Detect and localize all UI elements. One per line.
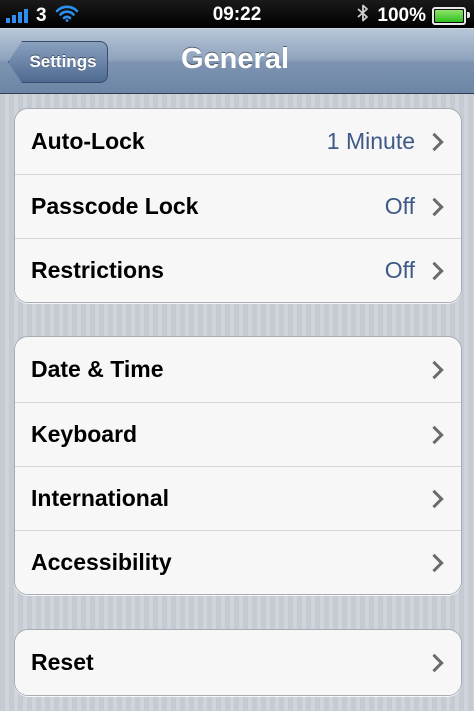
row-value: Off	[384, 193, 415, 219]
status-bar: 3 09:22 100%	[0, 0, 474, 28]
battery-percent: 100%	[377, 5, 426, 26]
row-reset[interactable]: Reset	[15, 630, 461, 695]
row-keyboard[interactable]: Keyboard	[15, 402, 461, 466]
chevron-right-icon	[425, 425, 444, 444]
chevron-right-icon	[425, 553, 444, 572]
row-label: Date & Time	[31, 356, 164, 382]
chevron-right-icon	[425, 132, 444, 151]
navigation-bar: Settings General	[0, 28, 474, 94]
chevron-right-icon	[425, 360, 444, 379]
row-label: Restrictions	[31, 257, 164, 283]
chevron-right-icon	[425, 653, 444, 672]
row-passcode-lock[interactable]: Passcode Lock Off	[15, 174, 461, 238]
page-title: General	[181, 43, 289, 75]
battery-nub	[467, 12, 470, 18]
row-label: Passcode Lock	[31, 193, 199, 219]
row-date-time[interactable]: Date & Time	[15, 337, 461, 402]
row-label: Keyboard	[31, 421, 138, 447]
chevron-right-icon	[425, 197, 444, 216]
row-label: Auto-Lock	[31, 128, 145, 154]
row-label: International	[31, 485, 170, 511]
row-label: Reset	[31, 649, 94, 675]
row-accessibility[interactable]: Accessibility	[15, 530, 461, 594]
row-international[interactable]: International	[15, 466, 461, 530]
chevron-right-icon	[425, 261, 444, 280]
row-label: Accessibility	[31, 549, 172, 575]
status-right: 100%	[357, 4, 470, 28]
settings-group-input: Date & Time Keyboard International Acces…	[14, 336, 462, 595]
row-auto-lock[interactable]: Auto-Lock 1 Minute	[15, 109, 461, 174]
settings-group-reset: Reset	[14, 629, 462, 696]
bluetooth-icon	[357, 4, 369, 28]
row-value: 1 Minute	[326, 128, 415, 154]
battery-icon	[432, 7, 470, 25]
row-value: Off	[384, 257, 415, 283]
battery-fill	[435, 10, 463, 22]
row-restrictions[interactable]: Restrictions Off	[15, 238, 461, 302]
chevron-right-icon	[425, 489, 444, 508]
settings-back-button[interactable]: Settings	[8, 41, 108, 83]
settings-group-security: Auto-Lock 1 Minute Passcode Lock Off Res…	[14, 108, 462, 303]
